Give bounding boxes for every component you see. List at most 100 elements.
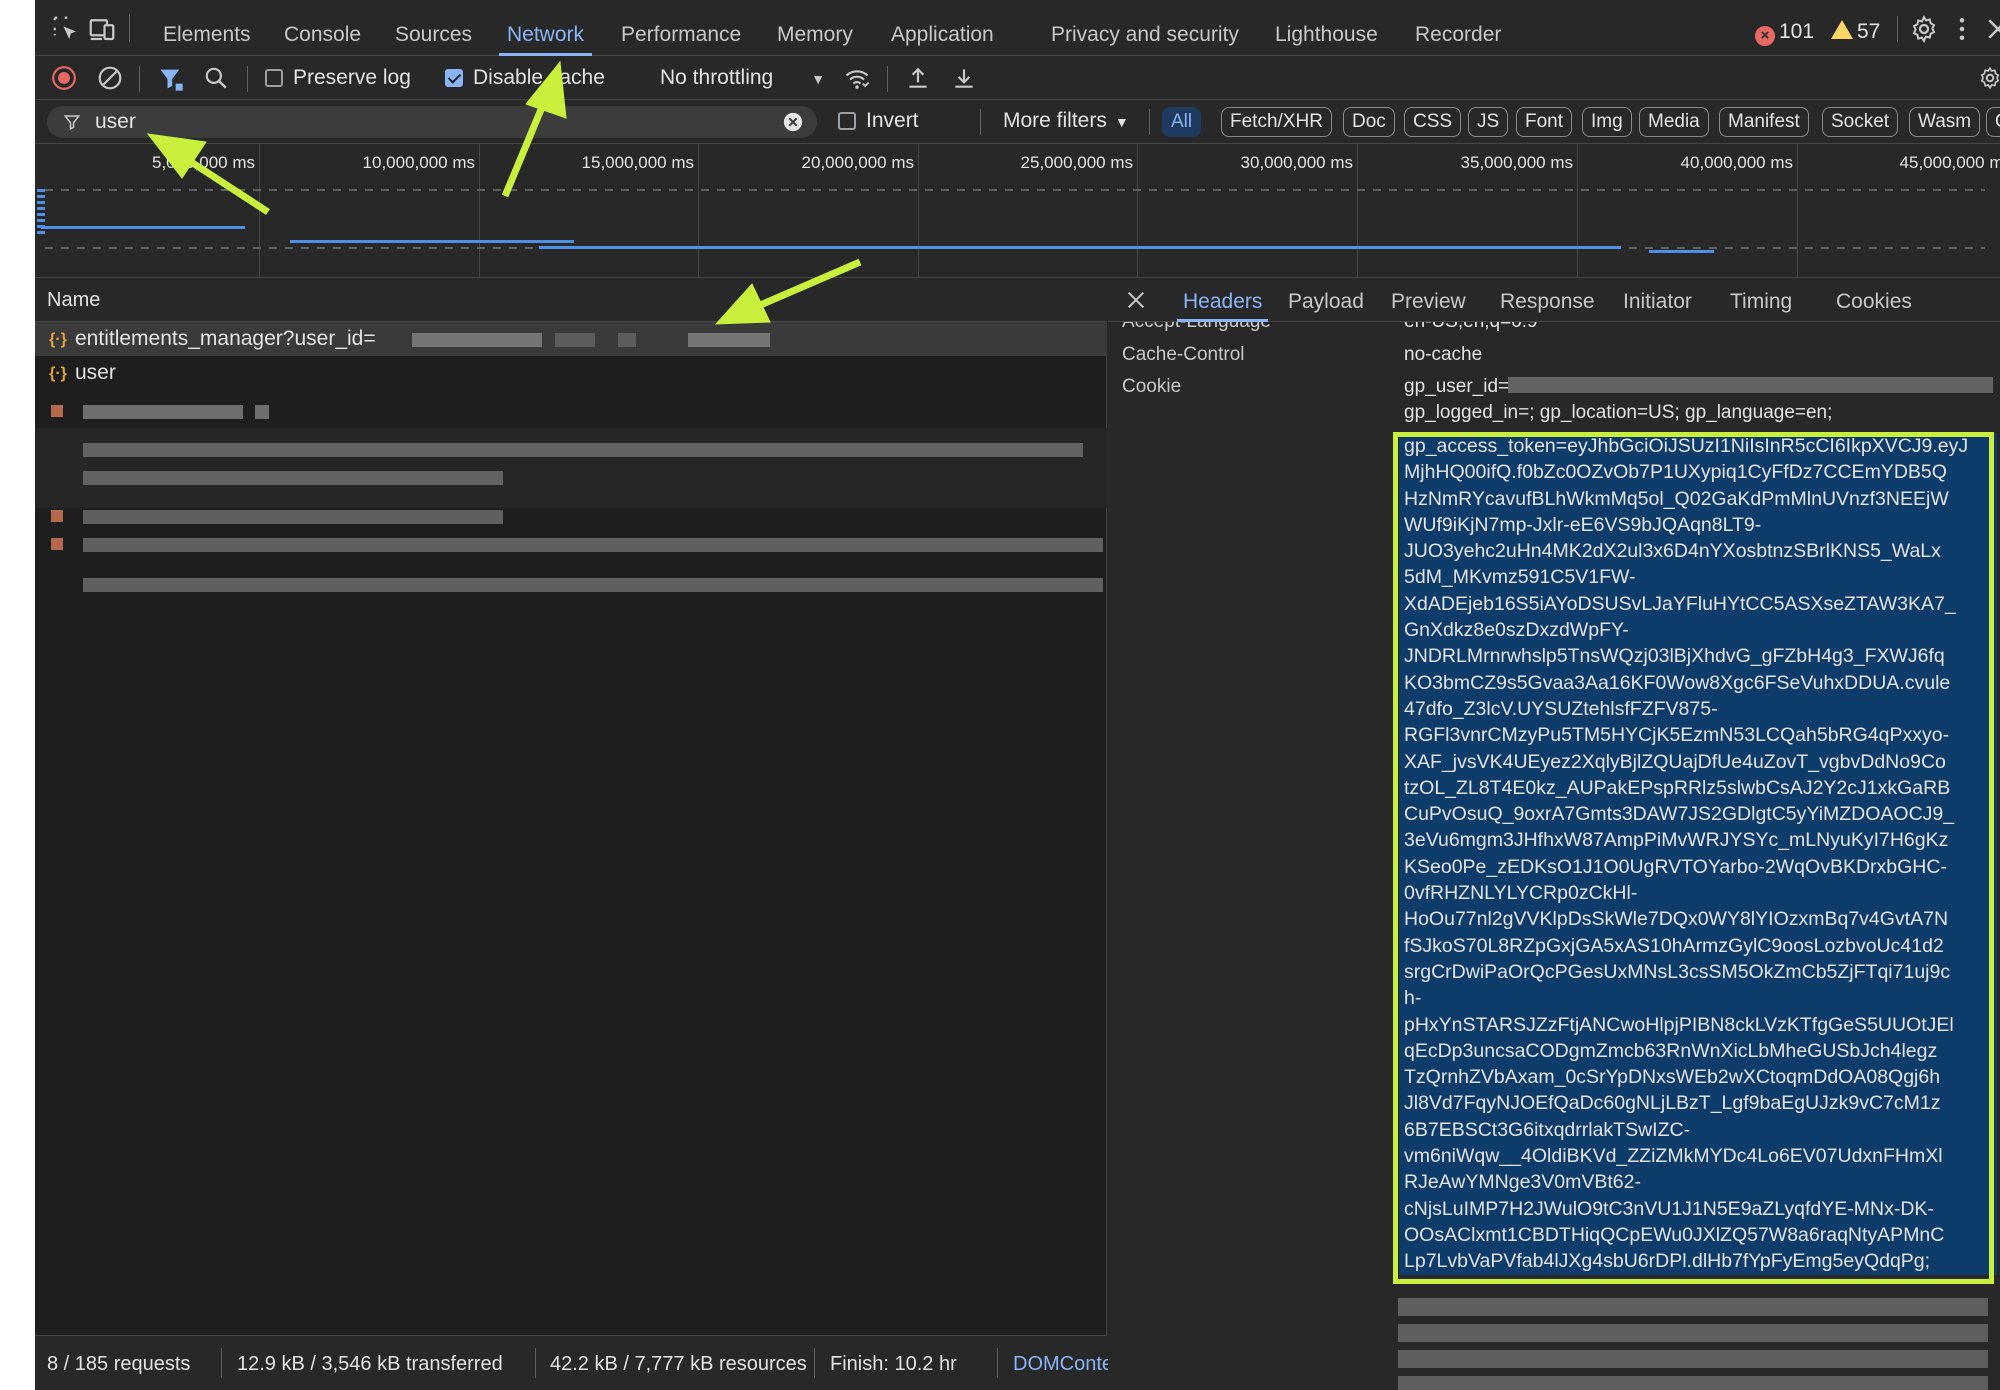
- error-count[interactable]: × 101: [1755, 20, 1814, 46]
- import-har-icon[interactable]: [905, 65, 931, 91]
- preserve-log-box[interactable]: [265, 69, 283, 87]
- header-row-partial: Accept-Language en-US,en;q=0.9: [1108, 322, 2000, 336]
- dropdown-caret-icon: ▼: [811, 71, 826, 87]
- more-filters-label: More filters: [1003, 109, 1107, 132]
- overview-tick: 10,000,000 ms: [362, 153, 475, 172]
- type-filter-wasm[interactable]: Wasm: [1909, 107, 1981, 137]
- overview-tick: 5,000,000 ms: [151, 153, 255, 172]
- close-details-icon[interactable]: [1125, 289, 1147, 311]
- disable-cache-box[interactable]: [445, 69, 463, 87]
- request-name: entitlements_manager?user_id=: [75, 327, 376, 350]
- tab-application[interactable]: Application: [891, 0, 994, 56]
- type-filter-other[interactable]: Othe: [1986, 107, 2000, 137]
- network-status-bar: 8 / 185 requests 12.9 kB / 3,546 kB tran…: [35, 1335, 1120, 1390]
- settings-gear-icon[interactable]: [1909, 14, 1939, 44]
- filter-row: user Invert More filters ▼ All Fetch/XHR …: [35, 100, 2000, 144]
- type-filter-manifest[interactable]: Manifest: [1719, 107, 1809, 137]
- tab-memory[interactable]: Memory: [777, 0, 853, 56]
- invert-checkbox[interactable]: Invert: [838, 109, 919, 133]
- overview-tick: 30,000,000 ms: [1240, 153, 1353, 172]
- tab-privacy-security[interactable]: Privacy and security: [1051, 0, 1239, 56]
- export-har-icon[interactable]: [951, 65, 977, 91]
- type-filter-fetch-xhr[interactable]: Fetch/XHR: [1221, 107, 1332, 137]
- close-devtools-icon[interactable]: [1983, 14, 2000, 44]
- type-filter-media[interactable]: Media: [1639, 107, 1709, 137]
- filter-input[interactable]: user: [95, 110, 136, 134]
- type-filter-socket[interactable]: Socket: [1822, 107, 1899, 137]
- type-filter-all[interactable]: All: [1162, 107, 1202, 137]
- more-options-icon[interactable]: [1947, 14, 1977, 44]
- network-overview-timeline[interactable]: 5,000,000 ms 10,000,000 ms 15,000,000 ms…: [35, 144, 2000, 278]
- transferred-size: 12.9 kB / 3,546 kB transferred: [237, 1353, 503, 1375]
- tab-sources[interactable]: Sources: [395, 0, 472, 56]
- throttling-select[interactable]: No throttling ▼: [660, 66, 825, 90]
- preserve-log-label: Preserve log: [293, 66, 411, 89]
- invert-label: Invert: [866, 109, 919, 132]
- disable-cache-label: Disable cache: [473, 66, 605, 89]
- invert-box[interactable]: [838, 112, 856, 130]
- tab-initiator[interactable]: Initiator: [1623, 278, 1692, 322]
- network-settings-icon[interactable]: [1977, 65, 2000, 91]
- token-highlight-box: [1393, 432, 1994, 1284]
- overview-tick: 35,000,000 ms: [1460, 153, 1573, 172]
- cookie-value-line1: gp_user_id=: [1404, 376, 1510, 397]
- tab-recorder[interactable]: Recorder: [1415, 0, 1501, 56]
- header-value: en-US,en;q=0.9: [1404, 322, 1538, 333]
- tab-elements[interactable]: Elements: [163, 0, 251, 56]
- clear-filter-icon[interactable]: [782, 111, 804, 133]
- type-filter-css[interactable]: CSS: [1404, 107, 1462, 137]
- devtools-tabbar: Elements Console Sources Network Perform…: [35, 0, 2000, 56]
- tab-preview[interactable]: Preview: [1391, 278, 1466, 322]
- header-name-cookie: Cookie: [1122, 376, 1182, 397]
- search-icon[interactable]: [203, 65, 229, 91]
- tab-lighthouse[interactable]: Lighthouse: [1275, 0, 1378, 56]
- warning-icon: [1831, 20, 1853, 39]
- warning-count[interactable]: 57: [1831, 20, 1880, 44]
- xhr-request-icon: {·}: [49, 331, 67, 348]
- request-name: user: [75, 361, 116, 384]
- type-filter-font[interactable]: Font: [1516, 107, 1573, 137]
- requests-pane: Name {·} entitlements_manager?user_id= {·…: [35, 278, 1107, 1335]
- overview-tick: 25,000,000 ms: [1020, 153, 1133, 172]
- header-name: Accept-Language: [1122, 322, 1271, 333]
- filter-input-box[interactable]: user: [47, 106, 817, 138]
- tab-performance[interactable]: Performance: [621, 0, 741, 56]
- request-row-user[interactable]: {·} user: [35, 356, 1107, 390]
- network-toolbar: Preserve log Disable cache No throttling…: [35, 56, 2000, 100]
- tab-response[interactable]: Response: [1500, 278, 1595, 322]
- type-filter-img[interactable]: Img: [1582, 107, 1632, 137]
- clear-log-icon[interactable]: [97, 65, 123, 91]
- overview-tick: 40,000,000 ms: [1680, 153, 1793, 172]
- tab-network[interactable]: Network: [498, 0, 593, 56]
- network-conditions-icon[interactable]: [843, 65, 871, 93]
- error-count-label: 101: [1779, 20, 1815, 43]
- throttling-label: No throttling: [660, 66, 774, 89]
- record-stop-icon[interactable]: [51, 65, 77, 91]
- inspect-element-icon[interactable]: [51, 14, 81, 44]
- type-filter-doc[interactable]: Doc: [1343, 107, 1395, 137]
- tab-payload[interactable]: Payload: [1288, 278, 1364, 322]
- preserve-log-checkbox[interactable]: Preserve log: [265, 66, 411, 90]
- warning-count-label: 57: [1857, 20, 1881, 43]
- cookie-value-line2: gp_logged_in=; gp_location=US; gp_langua…: [1404, 402, 1833, 423]
- overview-tick: 15,000,000 ms: [581, 153, 694, 172]
- resources-size: 42.2 kB / 7,777 kB resources: [550, 1353, 807, 1375]
- tab-headers[interactable]: Headers: [1176, 278, 1269, 322]
- tab-console[interactable]: Console: [284, 0, 361, 56]
- more-filters-dropdown[interactable]: More filters ▼: [1003, 109, 1129, 133]
- overview-tick: 20,000,000 ms: [801, 153, 914, 172]
- details-tabbar: Headers Payload Preview Response Initiat…: [1108, 278, 2000, 322]
- tab-timing[interactable]: Timing: [1730, 278, 1792, 322]
- disable-cache-checkbox[interactable]: Disable cache: [445, 66, 605, 90]
- device-toolbar-icon[interactable]: [87, 14, 117, 44]
- domcontentloaded-time: DOMConter: [1013, 1353, 1120, 1375]
- tab-cookies[interactable]: Cookies: [1836, 278, 1912, 322]
- finish-time: Finish: 10.2 hr: [830, 1353, 957, 1375]
- xhr-request-icon: {·}: [49, 365, 67, 382]
- overview-tick: 45,000,000 ms: [1899, 153, 2000, 172]
- type-filter-js[interactable]: JS: [1468, 107, 1509, 137]
- error-icon: ×: [1755, 26, 1775, 46]
- header-value-cache-control: no-cache: [1404, 344, 1483, 365]
- filter-icon[interactable]: [157, 65, 185, 93]
- name-column-header[interactable]: Name: [35, 278, 1107, 322]
